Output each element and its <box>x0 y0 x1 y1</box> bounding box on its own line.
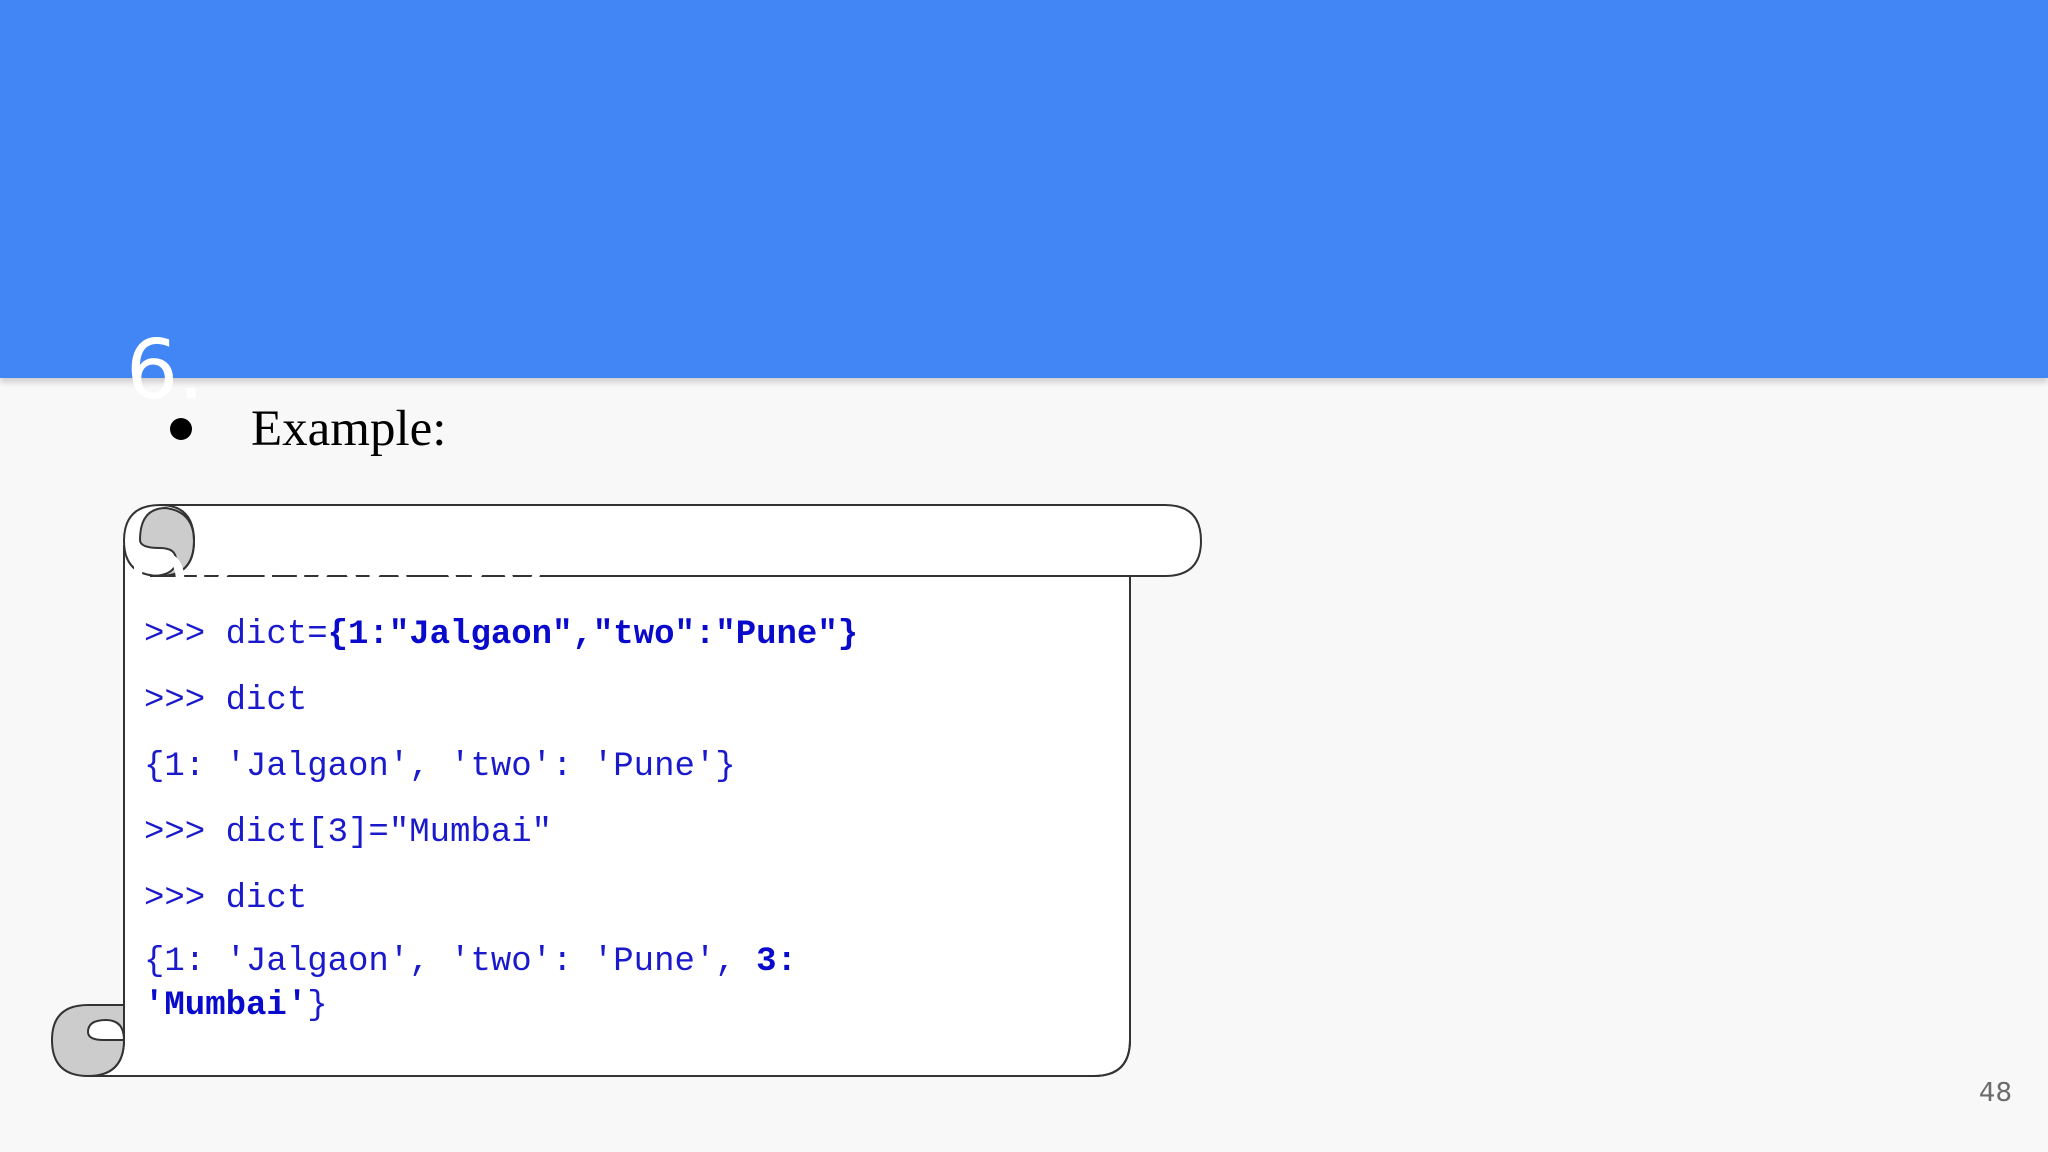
code-line: {1: 'Jalgaon', 'two': 'Pune'} <box>144 748 736 786</box>
code-bold: 'Mumbai' <box>144 987 308 1025</box>
code-text: {1: 'Jalgaon', 'two': 'Pune', <box>144 943 736 981</box>
code-line: 'Mumbai'} <box>144 984 1104 1028</box>
code-prompt: >>> dict= <box>144 616 328 654</box>
code-bold: {1:"Jalgaon","two":"Pune"} <box>327 616 859 654</box>
code-line: {1: 'Jalgaon', 'two': 'Pune', 3: <box>144 940 1104 984</box>
code-bold: 3: <box>735 943 797 981</box>
code-line: >>> dict[3]="Mumbai" <box>144 814 553 852</box>
code-block: >>> dict={1:"Jalgaon","two":"Pune"} >>> … <box>144 610 1104 1028</box>
code-line: >>> dict <box>144 682 308 720</box>
code-text: } <box>307 987 328 1025</box>
page-number: 48 <box>1978 1078 2012 1108</box>
slide-title-number: 6. <box>126 323 205 418</box>
code-line: >>> dict <box>144 880 308 918</box>
code-line: >>> dict={1:"Jalgaon","two":"Pune"} <box>144 610 1104 676</box>
